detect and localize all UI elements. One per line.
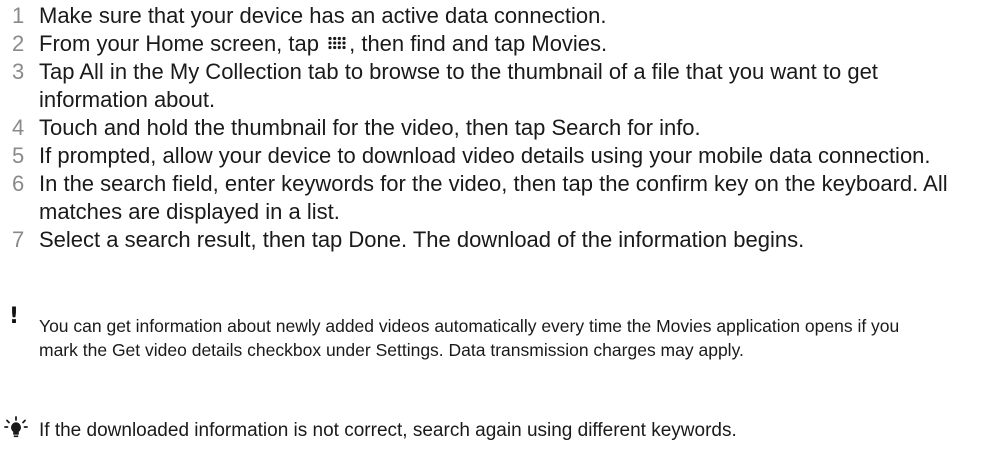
- step-number: 2: [12, 31, 25, 56]
- step-text: Touch and hold the thumbnail for the vid…: [39, 115, 701, 140]
- step-6: 6 In the search field, enter keywords fo…: [0, 170, 989, 226]
- tip-note: If the downloaded information is not cor…: [0, 416, 989, 444]
- step-5: 5 If prompted, allow your device to down…: [0, 142, 989, 170]
- step-2: 2 From your Home screen, tap , then find…: [0, 30, 989, 58]
- step-text: If prompted, allow your device to downlo…: [39, 143, 931, 168]
- step-text: In the search field, enter keywords for …: [39, 171, 948, 224]
- warning-note: ! You can get information about newly ad…: [0, 306, 989, 362]
- step-text: Select a search result, then tap Done. T…: [39, 227, 805, 252]
- step-number: 5: [12, 143, 25, 168]
- step-text-before-icon: From your Home screen, tap: [39, 31, 326, 56]
- step-text: From your Home screen, tap , then find a…: [39, 30, 979, 58]
- step-number: 1: [12, 3, 25, 28]
- note-icon-cell: [0, 416, 39, 444]
- instruction-steps: 1 Make sure that your device has an acti…: [0, 2, 989, 254]
- step-text: Make sure that your device has an active…: [39, 3, 607, 28]
- step-text-after-icon: , then find and tap Movies.: [349, 31, 608, 56]
- exclamation-icon: !: [9, 304, 20, 329]
- lightbulb-icon: [4, 416, 28, 438]
- apps-grid-icon: [328, 36, 346, 50]
- step-number: 4: [12, 115, 25, 140]
- step-number: 6: [12, 171, 25, 196]
- step-4: 4 Touch and hold the thumbnail for the v…: [0, 114, 989, 142]
- warning-text: You can get information about newly adde…: [39, 316, 900, 360]
- step-7: 7 Select a search result, then tap Done.…: [0, 226, 989, 254]
- note-icon-cell: !: [0, 306, 39, 362]
- step-text: Tap All in the My Collection tab to brow…: [39, 59, 878, 112]
- step-1: 1 Make sure that your device has an acti…: [0, 2, 989, 30]
- tip-text: If the downloaded information is not cor…: [39, 420, 737, 441]
- step-number: 3: [12, 59, 25, 84]
- step-3: 3 Tap All in the My Collection tab to br…: [0, 58, 989, 114]
- step-number: 7: [12, 227, 25, 252]
